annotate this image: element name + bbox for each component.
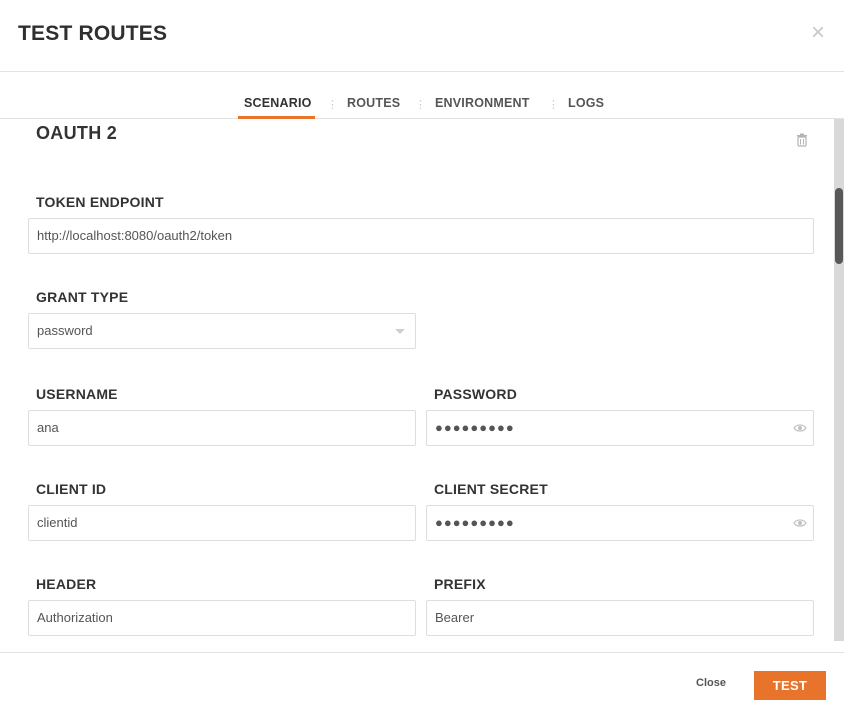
header-input[interactable]: Authorization (28, 600, 416, 636)
modal-footer: Close TEST (0, 652, 844, 712)
tab-routes[interactable]: ROUTES (347, 96, 400, 110)
scenario-panel: OAUTH 2 TOKEN ENDPOINT http://localhost:… (0, 119, 844, 652)
username-input[interactable]: ana (28, 410, 416, 446)
client-secret-input[interactable]: ●●●●●●●●● (426, 505, 814, 541)
client-secret-label: CLIENT SECRET (434, 481, 548, 497)
chevron-down-icon (395, 329, 405, 334)
tab-bar: SCENARIO ⋮ ROUTES ⋮ ENVIRONMENT ⋮ LOGS (0, 72, 844, 119)
grant-type-label: GRANT TYPE (36, 289, 129, 305)
close-button[interactable]: Close (696, 677, 726, 689)
close-icon[interactable]: × (809, 21, 827, 45)
modal-title: TEST ROUTES (18, 22, 168, 45)
tab-scenario[interactable]: SCENARIO (244, 96, 312, 110)
token-endpoint-input[interactable]: http://localhost:8080/oauth2/token (28, 218, 814, 254)
username-label: USERNAME (36, 386, 118, 402)
password-value: ●●●●●●●●● (435, 420, 515, 435)
section-title: OAUTH 2 (36, 123, 118, 143)
tab-separator: ⋮ (548, 99, 559, 111)
grant-type-value: password (37, 323, 93, 338)
client-id-label: CLIENT ID (36, 481, 107, 497)
tab-separator: ⋮ (327, 99, 338, 111)
grant-type-select[interactable]: password (28, 313, 416, 349)
tab-environment[interactable]: ENVIRONMENT (435, 96, 530, 110)
password-input[interactable]: ●●●●●●●●● (426, 410, 814, 446)
eye-icon[interactable] (793, 423, 807, 433)
client-id-input[interactable]: clientid (28, 505, 416, 541)
prefix-input[interactable]: Bearer (426, 600, 814, 636)
password-label: PASSWORD (434, 386, 518, 402)
trash-icon[interactable] (796, 133, 808, 147)
scrollbar-thumb[interactable] (835, 188, 843, 264)
client-secret-value: ●●●●●●●●● (435, 515, 515, 530)
eye-icon[interactable] (793, 518, 807, 528)
token-endpoint-label: TOKEN ENDPOINT (36, 194, 164, 210)
header-label: HEADER (36, 576, 97, 592)
tab-logs[interactable]: LOGS (568, 96, 604, 110)
prefix-label: PREFIX (434, 576, 486, 592)
test-button[interactable]: TEST (754, 671, 826, 700)
tab-separator: ⋮ (415, 99, 426, 111)
modal-header: TEST ROUTES × (0, 0, 844, 72)
